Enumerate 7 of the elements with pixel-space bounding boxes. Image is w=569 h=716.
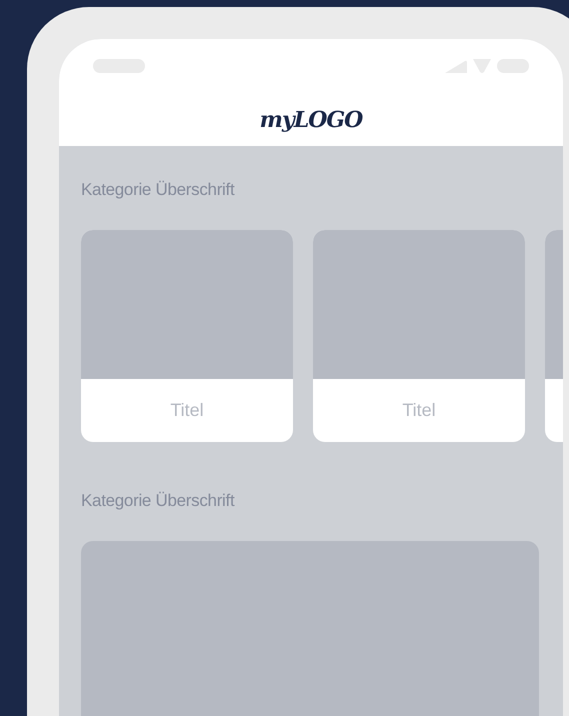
category-heading: Kategorie Überschrift [81,491,236,512]
logo: myLOGO [260,107,362,133]
content-card[interactable]: Titel [313,230,525,442]
card-title: Titel [402,400,436,421]
card-title: Titel [170,400,204,421]
category-heading: Kategorie Überschrift [81,180,236,201]
content-card[interactable]: Titel [81,230,293,442]
